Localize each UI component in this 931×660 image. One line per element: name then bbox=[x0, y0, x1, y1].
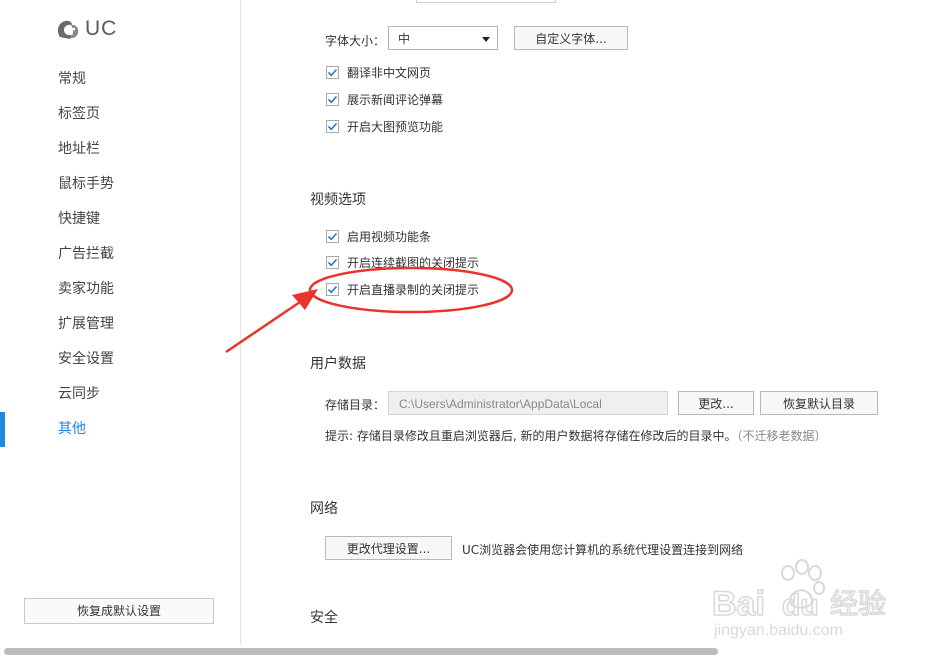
pointer-arrow-line bbox=[225, 300, 301, 354]
watermark-brand2: du bbox=[782, 589, 819, 622]
horizontal-scrollbar[interactable] bbox=[4, 648, 718, 655]
watermark-url: jingyan.baidu.com bbox=[713, 622, 843, 639]
baidu-jingyan-watermark: Bai du 经验 jingyan.baidu.com bbox=[708, 555, 923, 650]
pointer-arrow-head bbox=[292, 289, 318, 310]
baidu-paw-icon: Bai du 经验 jingyan.baidu.com bbox=[711, 559, 887, 639]
highlight-ellipse bbox=[308, 266, 514, 314]
watermark-brand: Bai bbox=[712, 585, 765, 623]
watermark-cn: 经验 bbox=[830, 587, 886, 620]
